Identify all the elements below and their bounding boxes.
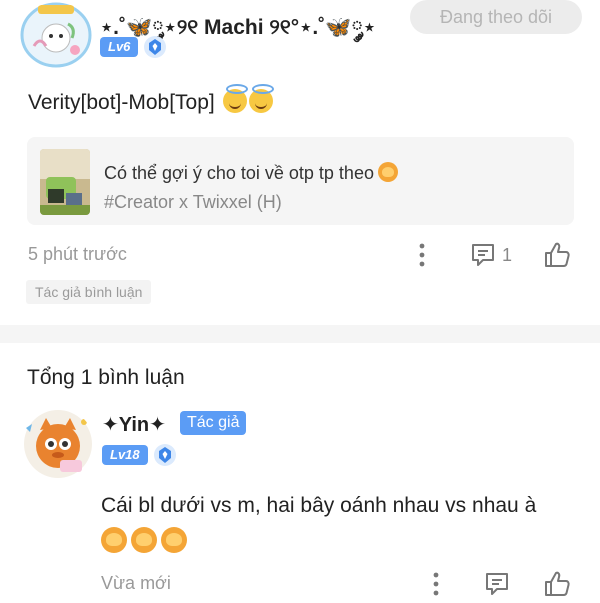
quoted-post-title: Có thể gợi ý cho toi về otp tp theo	[104, 162, 398, 184]
following-button[interactable]: Đang theo dõi	[410, 0, 582, 34]
section-divider	[0, 325, 600, 343]
reply-comment-icon	[486, 573, 508, 595]
quoted-post-title-text: Có thể gợi ý cho toi về otp tp theo	[104, 163, 374, 183]
parent-comment: ⋆.˚🦋༘⋆୨୧ Machi ୨୧°⋆.˚🦋༘⋆ Lv6 Đang theo d…	[0, 0, 600, 325]
reply-button[interactable]: 1	[470, 240, 512, 270]
reply-text: Cái bl dưới vs m, hai bây oánh nhau vs n…	[101, 494, 537, 517]
shrug-emoji-icon	[161, 527, 187, 553]
reply-username[interactable]: ✦Yin✦	[102, 412, 166, 437]
level-badge: Lv6	[100, 37, 139, 57]
replies-total: Tổng 1 bình luận	[27, 366, 185, 389]
timestamp: 5 phút trước	[28, 244, 127, 264]
halo-emoji-icon	[248, 84, 274, 113]
more-options-button[interactable]	[414, 240, 430, 270]
avatar[interactable]	[20, 2, 92, 68]
reply-count: 1	[502, 244, 513, 265]
post-thumbnail	[40, 149, 90, 215]
reply-comment-icon	[472, 244, 494, 266]
level-badge: Lv18	[102, 445, 148, 465]
shrug-emoji-icon	[377, 162, 398, 182]
reply-timestamp: Vừa mới	[101, 573, 171, 593]
comment-actions: 5 phút trước 1	[0, 240, 600, 270]
thumbs-up-icon	[545, 571, 570, 596]
reply-avatar[interactable]	[22, 408, 94, 480]
quoted-post-tags: #Creator x Twixxel (H)	[104, 192, 282, 212]
more-vertical-icon	[433, 572, 439, 596]
comment-body: Verity[bot]-Mob[Top]	[28, 91, 215, 114]
thumbs-up-icon	[545, 242, 570, 267]
shrug-emoji-icon	[131, 527, 157, 553]
reply-button[interactable]	[484, 569, 510, 599]
comment-text: Verity[bot]-Mob[Top]	[28, 84, 274, 115]
more-options-button[interactable]	[428, 569, 444, 599]
reply-user-badges: Lv18	[102, 444, 176, 466]
halo-emoji-icon	[222, 84, 248, 113]
user-badges: Lv6	[100, 36, 167, 58]
medal-icon	[144, 36, 167, 58]
like-button[interactable]	[543, 240, 571, 270]
quoted-post-card[interactable]: Có thể gợi ý cho toi về otp tp theo #Cre…	[27, 137, 574, 225]
like-button[interactable]	[543, 569, 571, 599]
reply-actions: Vừa mới	[0, 569, 600, 599]
reply-emojis	[101, 527, 187, 553]
comment-author-tag: Tác giả bình luận	[26, 280, 152, 304]
more-vertical-icon	[419, 243, 425, 267]
author-badge: Tác giả	[180, 411, 247, 435]
medal-icon	[153, 444, 176, 466]
shrug-emoji-icon	[101, 527, 127, 553]
